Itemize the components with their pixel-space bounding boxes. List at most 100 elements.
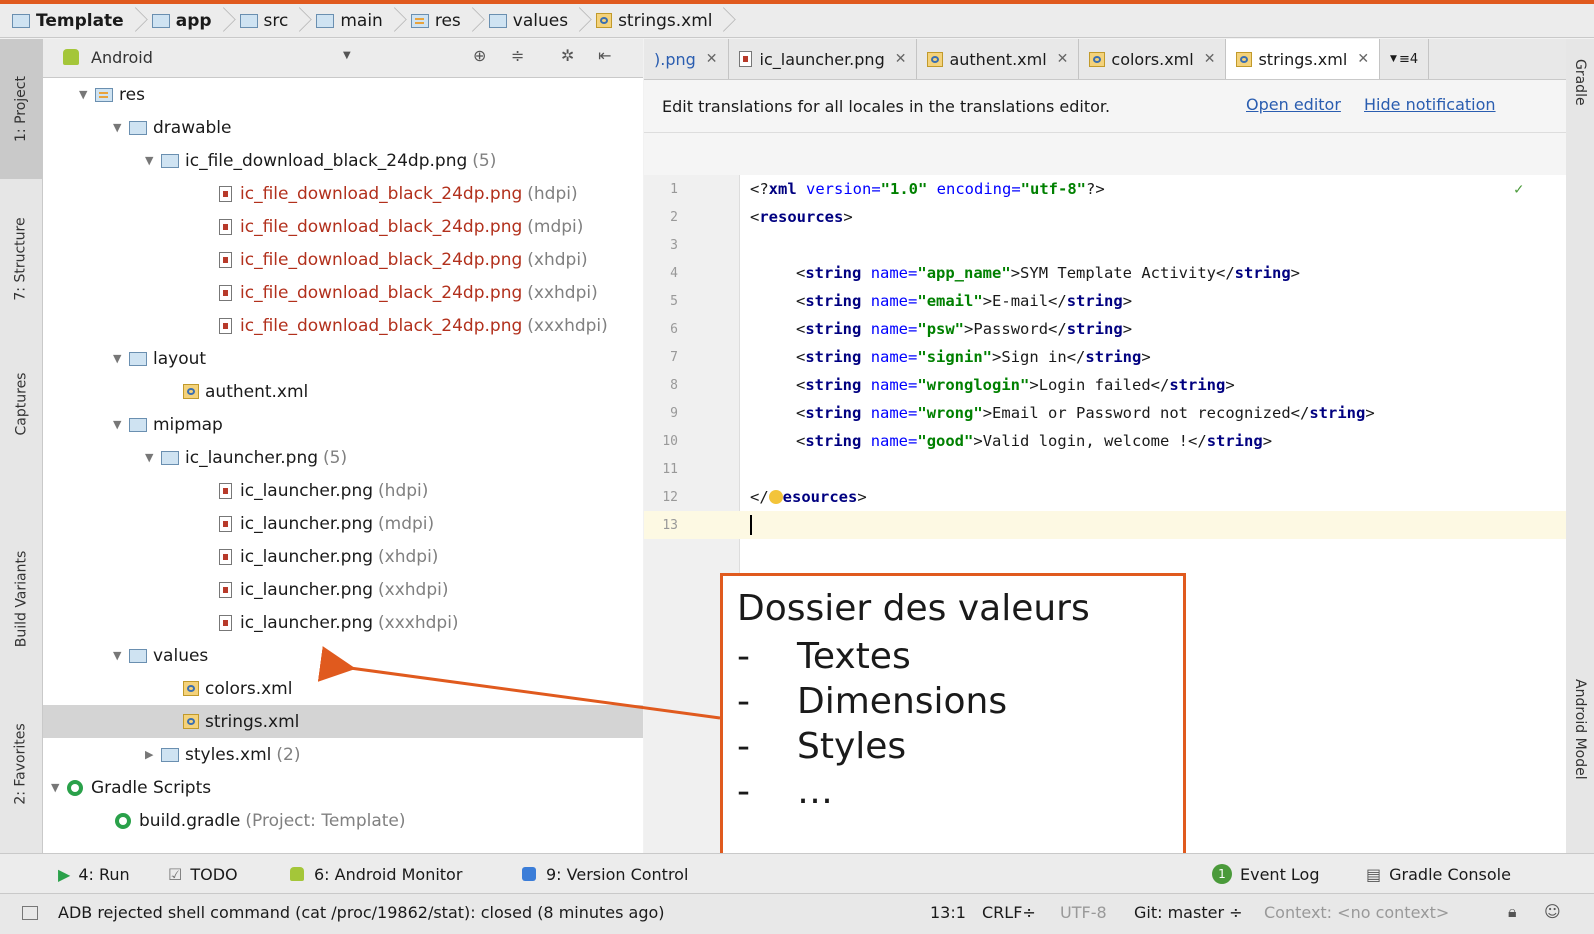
breadcrumb-separator (220, 4, 230, 38)
tab-colors[interactable]: colors.xml ✕ (1079, 39, 1227, 79)
project-view-selector[interactable]: Android (91, 48, 153, 67)
xml-file-icon (183, 384, 199, 399)
code-line: 2 <resources> (670, 208, 853, 226)
expand-arrow-icon[interactable]: ▼ (51, 781, 67, 794)
tab-overflow-button[interactable]: ▼ ≡4 (1380, 39, 1430, 79)
context-indicator[interactable]: Context: <no context> (1264, 903, 1449, 922)
tab-ic-launcher[interactable]: ic_launcher.png ✕ (729, 39, 918, 79)
breadcrumb-item-template[interactable]: Template (8, 4, 148, 38)
tab-authent[interactable]: authent.xml ✕ (917, 39, 1080, 79)
git-branch[interactable]: Git: master ÷ (1134, 903, 1243, 922)
tree-item-launcher-xxhdpi[interactable]: ic_launcher.png (xxhdpi) (43, 573, 643, 606)
tree-item-download-hdpi[interactable]: ic_file_download_black_24dp.png (hdpi) (43, 177, 643, 210)
tree-item-launcher-hdpi[interactable]: ic_launcher.png (hdpi) (43, 474, 643, 507)
open-editor-link[interactable]: Open editor (1246, 95, 1341, 114)
expand-arrow-icon[interactable]: ▼ (113, 121, 129, 134)
file-encoding[interactable]: UTF-8 (1060, 903, 1107, 922)
tree-item-launcher-group[interactable]: ▼ ic_launcher.png (5) (43, 441, 643, 474)
module-folder-icon (12, 13, 30, 28)
tree-item-download-xhdpi[interactable]: ic_file_download_black_24dp.png (xhdpi) (43, 243, 643, 276)
breadcrumb: Template app src main res values strings… (0, 4, 1594, 38)
callout-item: - Textes (737, 636, 911, 677)
run-tool-button[interactable]: ▶ 4: Run (58, 865, 130, 884)
todo-tool-button[interactable]: ☑ TODO (168, 865, 238, 884)
png-file-icon (219, 218, 232, 235)
lock-icon[interactable]: 🔒︎ (1508, 902, 1517, 922)
close-icon[interactable]: ✕ (706, 51, 718, 67)
chevron-down-icon[interactable]: ▼ (343, 50, 351, 61)
inspector-icon[interactable]: ☺ (1544, 902, 1561, 921)
event-log-button[interactable]: 1 Event Log (1212, 864, 1320, 884)
tree-item-styles[interactable]: ▶ styles.xml (2) (43, 738, 643, 771)
breadcrumb-item-app[interactable]: app (148, 4, 236, 38)
inspection-ok-icon[interactable]: ✓ (1514, 180, 1523, 198)
tree-item-download-mdpi[interactable]: ic_file_download_black_24dp.png (mdpi) (43, 210, 643, 243)
expand-arrow-icon[interactable]: ▼ (113, 649, 129, 662)
tree-item-res[interactable]: ▼ res (43, 78, 643, 111)
project-panel-toolbar: Android ▼ ⊕ ≑ ✲ ⇤ (43, 39, 643, 78)
scroll-from-source-icon[interactable]: ⊕ (473, 46, 486, 65)
android-monitor-button[interactable]: 6: Android Monitor (290, 865, 462, 884)
breadcrumb-separator (296, 4, 306, 38)
expand-arrow-icon[interactable]: ▼ (113, 418, 129, 431)
breadcrumb-item-res[interactable]: res (407, 4, 485, 38)
tab-gradle[interactable]: Gradle (1566, 59, 1594, 106)
breadcrumb-item-src[interactable]: src (236, 4, 313, 38)
close-icon[interactable]: ✕ (1204, 51, 1216, 67)
tab-favorites[interactable]: 2: Favorites (0, 699, 42, 829)
tree-item-strings[interactable]: strings.xml (43, 705, 643, 738)
breadcrumb-item-values[interactable]: values (485, 4, 592, 38)
tree-item-authent[interactable]: authent.xml (43, 375, 643, 408)
tree-item-layout[interactable]: ▼ layout (43, 342, 643, 375)
tab-structure[interactable]: 7: Structure (0, 189, 42, 329)
tab-strings[interactable]: strings.xml ✕ (1226, 39, 1381, 79)
tab-project[interactable]: 1: Project (0, 39, 42, 179)
version-control-button[interactable]: 9: Version Control (522, 865, 688, 884)
breadcrumb-item-main[interactable]: main (312, 4, 406, 38)
tab-truncated-png[interactable]: ).png ✕ (644, 39, 729, 79)
expand-arrow-icon[interactable]: ▼ (79, 88, 95, 101)
tree-item-download-group[interactable]: ▼ ic_file_download_black_24dp.png (5) (43, 144, 643, 177)
toggle-tool-windows-icon[interactable] (22, 906, 38, 920)
png-file-icon (219, 614, 232, 631)
close-icon[interactable]: ✕ (1057, 51, 1069, 67)
tree-item-launcher-mdpi[interactable]: ic_launcher.png (mdpi) (43, 507, 643, 540)
tree-item-download-xxxhdpi[interactable]: ic_file_download_black_24dp.png (xxxhdpi) (43, 309, 643, 342)
collapse-arrow-icon[interactable]: ▶ (145, 748, 161, 761)
lightbulb-icon[interactable] (768, 490, 783, 504)
png-file-icon (219, 515, 232, 532)
caret-position[interactable]: 13:1 (930, 903, 966, 922)
tab-captures[interactable]: Captures (0, 349, 42, 459)
tree-item-launcher-xxxhdpi[interactable]: ic_launcher.png (xxxhdpi) (43, 606, 643, 639)
hide-notification-link[interactable]: Hide notification (1364, 95, 1496, 114)
tree-item-drawable[interactable]: ▼ drawable (43, 111, 643, 144)
code-editor[interactable]: 1 <?xml version="1.0" encoding="utf-8"?> ✓… (644, 175, 1566, 539)
status-message[interactable]: ADB rejected shell command (cat /proc/19… (58, 903, 665, 922)
tree-item-launcher-xhdpi[interactable]: ic_launcher.png (xhdpi) (43, 540, 643, 573)
tab-build-variants[interactable]: Build Variants (0, 519, 42, 679)
folder-icon (488, 13, 507, 28)
breadcrumb-item-strings[interactable]: strings.xml (592, 4, 736, 38)
tree-item-values[interactable]: ▼ values (43, 639, 643, 672)
tree-item-download-xxhdpi[interactable]: ic_file_download_black_24dp.png (xxhdpi) (43, 276, 643, 309)
collapse-all-icon[interactable]: ≑ (511, 46, 524, 65)
editor-header-spacer (644, 133, 1566, 175)
gear-icon[interactable]: ✲ (561, 46, 574, 65)
tree-item-colors[interactable]: colors.xml (43, 672, 643, 705)
notification-banner: Edit translations for all locales in the… (644, 80, 1566, 133)
callout-item: - Dimensions (737, 681, 1008, 722)
xml-file-icon (183, 714, 199, 729)
close-icon[interactable]: ✕ (895, 51, 907, 67)
tree-item-build-gradle[interactable]: build.gradle (Project: Template) (43, 804, 643, 837)
line-separator[interactable]: CRLF÷ (982, 903, 1036, 922)
tab-android-model[interactable]: Android Model (1566, 679, 1594, 780)
expand-arrow-icon[interactable]: ▼ (145, 154, 161, 167)
hide-panel-icon[interactable]: ⇤ (598, 46, 611, 65)
tree-item-gradle-scripts[interactable]: ▼ Gradle Scripts (43, 771, 643, 804)
gradle-console-button[interactable]: ▤ Gradle Console (1366, 865, 1511, 884)
expand-arrow-icon[interactable]: ▼ (113, 352, 129, 365)
close-icon[interactable]: ✕ (1357, 51, 1369, 67)
expand-arrow-icon[interactable]: ▼ (145, 451, 161, 464)
callout-box: Dossier des valeurs - Textes - Dimensions … (720, 573, 1186, 881)
tree-item-mipmap[interactable]: ▼ mipmap (43, 408, 643, 441)
